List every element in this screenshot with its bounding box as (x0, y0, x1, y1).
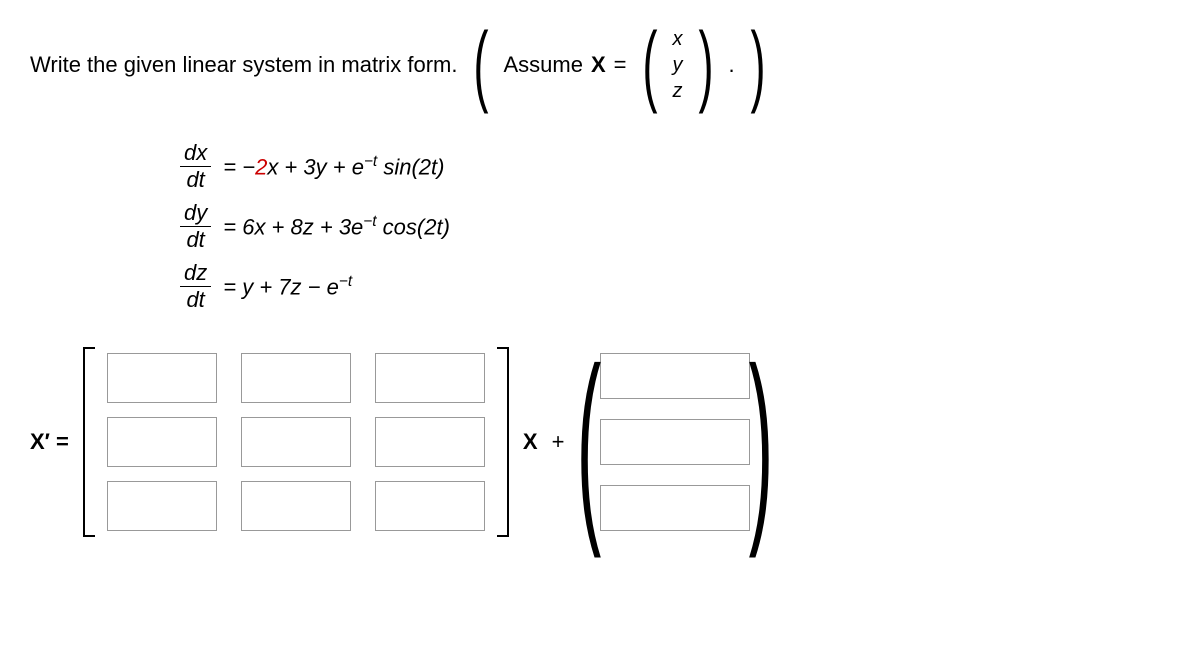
outer-left-paren: ( (473, 20, 488, 110)
X-multiplier: X (523, 429, 538, 455)
assume-eq: = (614, 52, 627, 78)
dzdt-fraction: dz dt (180, 260, 211, 314)
matrix-cell-2-2[interactable] (241, 417, 351, 467)
dydt-fraction: dy dt (180, 200, 211, 254)
inner-right-paren: ) (698, 20, 713, 110)
period: . (728, 52, 734, 78)
dxdt-fraction: dx dt (180, 140, 211, 194)
equation-system: dx dt = −2x + 3y + e−t sin(2t) dy dt = 6… (180, 140, 1170, 313)
left-bracket-icon (83, 347, 95, 537)
matrix-cell-1-3[interactable] (375, 353, 485, 403)
vec-z: z (673, 78, 683, 104)
matrix-cell-3-3[interactable] (375, 481, 485, 531)
problem-prompt: Write the given linear system in matrix … (30, 20, 1170, 110)
forcing-vector: ( ) (578, 347, 772, 537)
prompt-text: Write the given linear system in matrix … (30, 52, 458, 78)
matrix-cell-2-1[interactable] (107, 417, 217, 467)
x-prime-label: X′ = (30, 429, 69, 455)
vector-cell-2[interactable] (600, 419, 750, 465)
right-bracket-icon (497, 347, 509, 537)
vec-left-paren-icon: ( (577, 347, 601, 537)
vector-cell-3[interactable] (600, 485, 750, 531)
matrix-cell-3-1[interactable] (107, 481, 217, 531)
vector-column (600, 353, 750, 531)
equation-2: dy dt = 6x + 8z + 3e−t cos(2t) (180, 200, 1170, 254)
outer-right-paren: ) (750, 20, 765, 110)
matrix-cell-1-2[interactable] (241, 353, 351, 403)
assume-pre: Assume (503, 52, 582, 78)
inner-left-paren: ( (642, 20, 657, 110)
equation-1: dx dt = −2x + 3y + e−t sin(2t) (180, 140, 1170, 194)
red-coefficient: 2 (255, 154, 267, 179)
answer-row: X′ = X + ( ) (30, 343, 1170, 541)
equation-3: dz dt = y + 7z − e−t (180, 260, 1170, 314)
column-vector: x y z (673, 26, 683, 104)
vector-cell-1[interactable] (600, 353, 750, 399)
vec-x: x (673, 26, 683, 52)
vec-right-paren-icon: ) (749, 347, 773, 537)
matrix-cell-3-2[interactable] (241, 481, 351, 531)
matrix-cell-1-1[interactable] (107, 353, 217, 403)
assume-X: X (591, 52, 606, 78)
vec-y: y (673, 52, 683, 78)
coefficient-matrix (83, 343, 509, 541)
matrix-cell-2-3[interactable] (375, 417, 485, 467)
matrix-grid (95, 343, 497, 541)
plus-sign: + (552, 429, 565, 455)
